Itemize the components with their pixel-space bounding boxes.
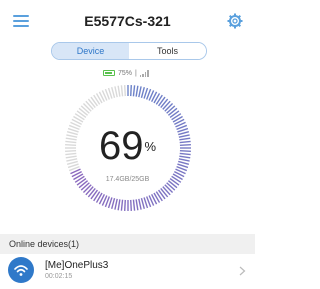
wifi-icon [8, 257, 34, 283]
gauge-tick-unused [85, 100, 94, 110]
online-devices-label: Online devices(1) [9, 239, 80, 249]
gauge-tick-used [138, 86, 142, 98]
gauge-tick-used [162, 186, 171, 196]
gauge-tick-used [124, 199, 126, 211]
gauge-tick-used [130, 85, 132, 97]
gear-icon[interactable] [227, 13, 243, 29]
battery-icon [103, 70, 115, 76]
status-separator: | [135, 69, 137, 77]
gauge-tick-unused [124, 85, 126, 97]
device-name: [Me]OnePlus3 [45, 260, 109, 271]
gauge-tick-used [160, 98, 169, 109]
gauge-tick-used [120, 199, 124, 211]
gauge-tick-unused [82, 102, 92, 112]
tab-device[interactable]: Device [52, 43, 129, 59]
gauge-tick-unused [80, 105, 90, 114]
gauge-tick-used [135, 85, 139, 97]
gauge-tick-used [162, 100, 171, 110]
gauge-tick-used [117, 199, 121, 211]
gauge-tick-unused [87, 98, 96, 109]
battery-percent: 75% [118, 69, 133, 77]
top-bar: E5577Cs-321 [0, 0, 255, 40]
gauge-tick-unused [111, 86, 116, 98]
gauge-tick-used [114, 198, 118, 210]
device-duration: 00:02:15 [45, 273, 73, 280]
list-item[interactable]: [Me]OnePlus3 00:02:15 [0, 254, 255, 289]
online-devices-header: Online devices(1) [0, 234, 255, 254]
gauge-tick-used [135, 199, 139, 211]
gauge-tick-used [85, 186, 94, 196]
gauge-tick-used [82, 184, 92, 194]
gauge-tick-used [166, 182, 176, 191]
status-bar: 75% | [103, 68, 149, 78]
gauge-tick-used [160, 187, 169, 198]
usage-percent-value: 69 [98, 124, 144, 168]
usage-percent-unit: % [144, 139, 157, 154]
gauge-tick-used [80, 182, 90, 191]
gauge-tick-unused [114, 86, 118, 98]
gauge-tick-used [167, 107, 178, 116]
gauge-tick-used [111, 198, 116, 210]
tab-tools[interactable]: Tools [129, 43, 206, 59]
view-switcher: Device Tools [51, 42, 207, 60]
chevron-right-icon [239, 266, 246, 276]
gauge-tick-used [164, 184, 174, 194]
usage-amount: 17.4GB/25GB [105, 176, 150, 183]
gauge-tick-unused [78, 107, 89, 116]
gauge-tick-used [130, 199, 132, 211]
usage-percent: 69% [0, 126, 255, 166]
gauge-tick-used [87, 187, 96, 198]
gauge-tick-used [132, 199, 136, 211]
page-title: E5577Cs-321 [84, 13, 171, 29]
gauge-tick-used [140, 198, 145, 210]
gauge-tick-used [138, 198, 142, 210]
gauge-tick-unused [120, 85, 124, 97]
gauge-tick-used [164, 102, 174, 112]
gauge-tick-used [166, 105, 176, 114]
gauge-tick-used [132, 85, 136, 97]
gauge-tick-used [140, 86, 145, 98]
gauge-tick-unused [117, 85, 121, 97]
signal-icon [139, 69, 149, 77]
